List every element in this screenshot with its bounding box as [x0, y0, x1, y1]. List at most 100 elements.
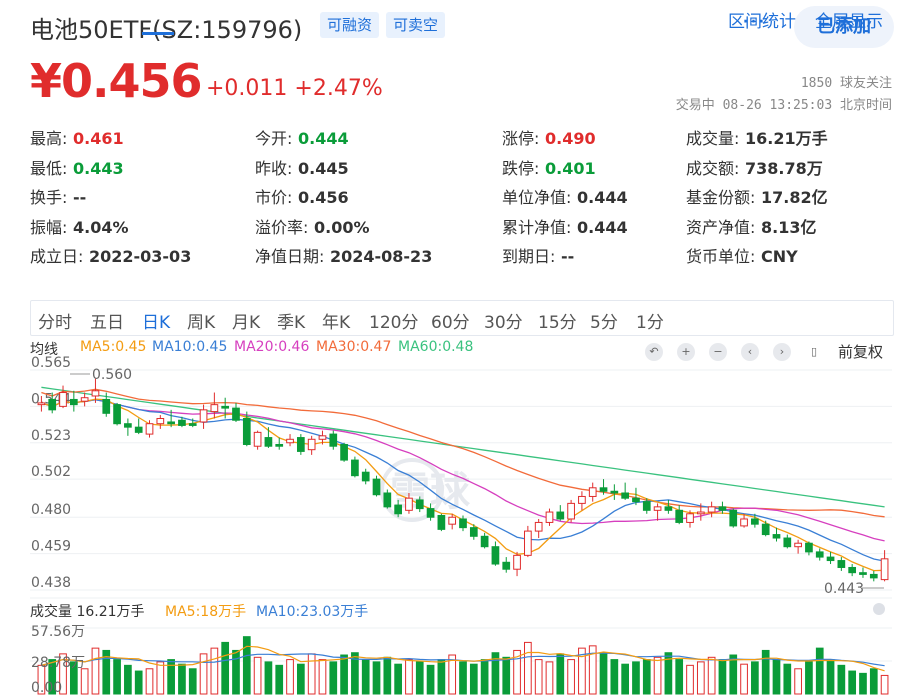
volume-bar-up [307, 653, 316, 695]
candle-down [815, 551, 824, 558]
volume-bar-up [318, 659, 327, 695]
candle-down [761, 523, 770, 536]
candle-down [859, 572, 867, 575]
volume-bar-down [264, 661, 273, 695]
candle-up [199, 409, 208, 423]
volume-bar-down [556, 653, 565, 695]
candle-up [286, 438, 294, 444]
volume-bar-down [221, 641, 230, 695]
candle-down [415, 499, 424, 510]
candle-down [48, 398, 57, 411]
y-tick-label: 0.480 [31, 502, 71, 518]
candle-down [718, 506, 727, 511]
candle-up [405, 497, 413, 511]
candle-down [675, 509, 684, 523]
candle-down [361, 471, 370, 482]
volume-bar-up [545, 661, 554, 695]
kline-chart[interactable]: 0.5650.5440.5230.5020.4800.4590.438雪球0.5… [0, 0, 916, 696]
candle-up [253, 431, 262, 447]
volume-bar-down [772, 659, 781, 695]
volume-bar-down [751, 661, 759, 695]
volume-bar-down [415, 661, 424, 695]
candle-down [751, 518, 759, 525]
candle-down [491, 546, 500, 565]
volume-bar-down [826, 659, 835, 695]
volume-bar-down [383, 656, 392, 695]
candle-up [707, 506, 716, 513]
candle-up [686, 513, 694, 523]
volume-bar-up [880, 674, 889, 695]
volume-bar-up [534, 659, 543, 695]
candle-up [696, 511, 705, 515]
candle-up [318, 435, 327, 440]
candle-down [383, 492, 392, 508]
candle-up [80, 397, 89, 402]
volume-bar-up [80, 668, 89, 695]
candle-down [805, 542, 813, 553]
candle-down [426, 508, 435, 518]
candle-up [740, 518, 748, 527]
candle-down [102, 398, 111, 414]
volume-bar-down [275, 664, 284, 695]
volume-bar-up [686, 664, 694, 695]
volume-bar-down [242, 636, 251, 695]
volume-bar-down [837, 664, 846, 695]
candle-down [351, 459, 359, 477]
volume-bar-down [632, 661, 640, 695]
volume-bar-down [340, 654, 348, 695]
volume-bar-down [480, 659, 489, 695]
candle-up [653, 506, 662, 511]
volume-bar-down [761, 649, 770, 695]
volume-bar-down [329, 661, 338, 695]
volume-bar-up [740, 663, 748, 695]
candle-down [848, 566, 857, 574]
candle-down [729, 509, 738, 527]
volume-bar-down [437, 659, 446, 695]
volume-bar-up [707, 656, 716, 695]
y-tick-label: 0.459 [31, 539, 71, 555]
volume-bar-down [675, 659, 684, 695]
y-tick-label: 0.523 [31, 428, 71, 444]
candle-down [340, 443, 348, 461]
candle-down [329, 433, 338, 447]
candle-down [124, 423, 132, 428]
candle-up [156, 418, 165, 425]
candle-up [534, 521, 543, 532]
candle-down [642, 501, 651, 511]
candle-up [524, 530, 532, 556]
candle-down [296, 437, 305, 452]
volume-bar-up [199, 653, 208, 695]
candle-up [37, 402, 46, 406]
volume-bar-down [642, 659, 651, 695]
candle-down [264, 437, 273, 447]
volume-bar-down [783, 663, 792, 695]
candle-down [599, 487, 608, 492]
volume-bar-down [610, 659, 619, 695]
candle-down [837, 560, 846, 568]
candle-down [134, 426, 143, 433]
candle-down [469, 527, 478, 537]
candle-down [621, 492, 630, 499]
volume-bar-down [178, 663, 186, 695]
volume-bar-up [286, 659, 294, 695]
volume-bar-down [188, 668, 197, 695]
candle-down [826, 556, 835, 562]
volume-bar-down [232, 649, 240, 695]
vol-ma5-legend: MA5:18万手 [165, 604, 247, 620]
candle-down [167, 421, 175, 425]
volume-bar-up [156, 661, 165, 695]
volume-bar-up [567, 659, 575, 695]
volume-bar-down [805, 661, 813, 695]
volume-bar-down [296, 663, 305, 695]
volume-bar-down [815, 647, 824, 695]
candle-down [632, 497, 640, 503]
candle-down [783, 537, 792, 548]
volume-bar-down [599, 652, 608, 695]
candle-down [869, 573, 878, 579]
candle-down [610, 490, 619, 494]
volume-bar-down [459, 661, 467, 695]
candle-up [448, 516, 457, 525]
close-volume-icon[interactable] [873, 603, 885, 615]
vol-tick-label: 0.00 [31, 680, 62, 696]
volume-bar-down [848, 670, 857, 695]
